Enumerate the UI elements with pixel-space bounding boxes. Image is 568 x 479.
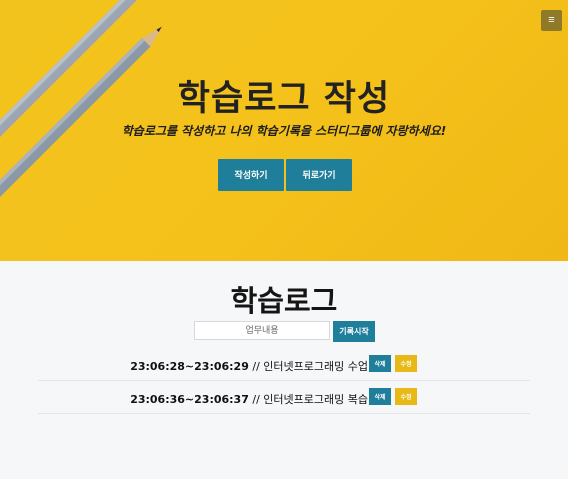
log-entry-text: 23:06:28~23:06:29 // 인터넷프로그래밍 수업	[130, 360, 368, 373]
log-entry: 23:06:36~23:06:37 // 인터넷프로그래밍 복습 삭제 수정	[38, 382, 530, 414]
hero-section: ≡ 학습로그 작성 학습로그를 작성하고 나의 학습기록을 스터디그룹에 자랑하…	[0, 0, 568, 261]
entry-task: 인터넷프로그래밍 수업	[263, 360, 368, 373]
back-button[interactable]: 뒤로가기	[286, 159, 352, 191]
delete-button[interactable]: 삭제	[369, 388, 391, 405]
start-record-button[interactable]: 기록시작	[333, 321, 375, 342]
entry-end-time: 23:06:29	[194, 360, 249, 373]
edit-button[interactable]: 수정	[395, 388, 417, 405]
page-title: 학습로그 작성	[177, 79, 391, 119]
page-subtitle: 학습로그를 작성하고 나의 학습기록을 스터디그룹에 자랑하세요!	[121, 124, 447, 138]
log-title: 학습로그	[230, 284, 338, 318]
log-entry: 23:06:28~23:06:29 // 인터넷프로그래밍 수업 삭제 수정	[38, 349, 530, 381]
edit-button[interactable]: 수정	[395, 355, 417, 372]
entry-start-time: 23:06:28	[130, 360, 185, 373]
entry-task: 인터넷프로그래밍 복습	[263, 393, 368, 406]
log-section: 학습로그 기록시작 23:06:28~23:06:29 // 인터넷프로그래밍 …	[0, 261, 568, 479]
delete-button[interactable]: 삭제	[369, 355, 391, 372]
write-button[interactable]: 작성하기	[218, 159, 284, 191]
log-entry-text: 23:06:36~23:06:37 // 인터넷프로그래밍 복습	[130, 393, 368, 406]
entry-end-time: 23:06:37	[194, 393, 249, 406]
menu-icon[interactable]: ≡	[541, 10, 562, 31]
entry-start-time: 23:06:36	[130, 393, 185, 406]
task-input[interactable]	[194, 321, 330, 340]
